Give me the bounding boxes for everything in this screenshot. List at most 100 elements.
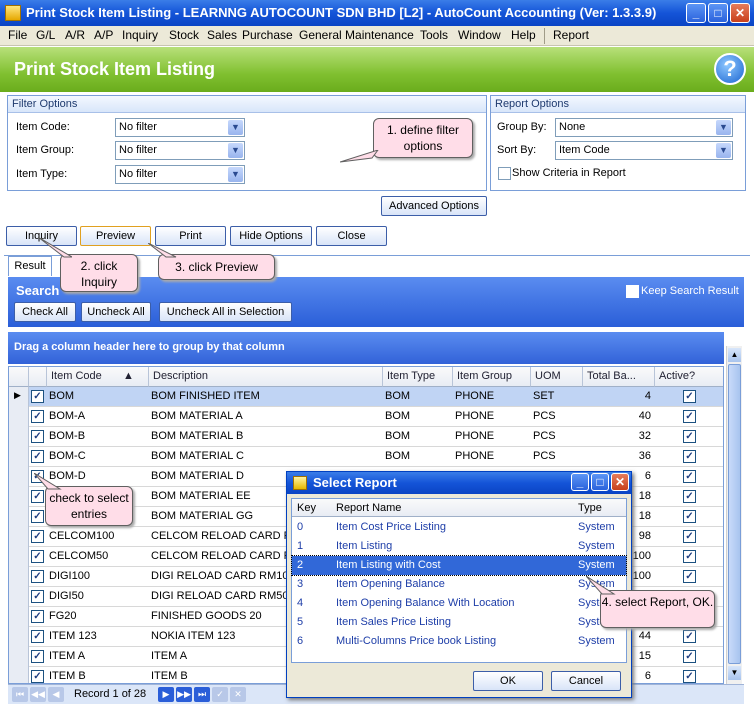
tab-result[interactable]: Result xyxy=(8,256,52,276)
menu-file[interactable]: File xyxy=(8,28,27,42)
menu-gl[interactable]: G/L xyxy=(36,28,55,42)
dialog-close-icon[interactable]: ✕ xyxy=(611,473,629,491)
accept-icon[interactable]: ✓ xyxy=(212,687,228,702)
prev-record-icon[interactable]: ◀ xyxy=(48,687,64,702)
menu-stock[interactable]: Stock xyxy=(169,28,199,42)
row-indicator[interactable] xyxy=(9,647,29,667)
scroll-down-icon[interactable]: ▼ xyxy=(728,666,741,680)
active-checkbox[interactable]: ✓ xyxy=(683,630,696,643)
row-indicator[interactable] xyxy=(9,507,29,527)
column-item-type[interactable]: Item Type xyxy=(383,367,453,387)
table-row[interactable]: ✓ BOM-B BOM MATERIAL B BOM PHONE PCS 32 ✓ xyxy=(9,427,723,447)
next-page-icon[interactable]: ▶▶ xyxy=(176,687,192,702)
group-by-combo[interactable]: None ▼ xyxy=(555,118,733,137)
close-icon[interactable]: ✕ xyxy=(730,3,750,23)
group-by-area[interactable]: Drag a column header here to group by th… xyxy=(8,332,724,364)
advanced-options-button[interactable]: Advanced Options xyxy=(381,196,487,216)
active-checkbox[interactable]: ✓ xyxy=(683,670,696,683)
active-checkbox[interactable]: ✓ xyxy=(683,570,696,583)
hide-options-button[interactable]: Hide Options xyxy=(230,226,312,246)
chevron-down-icon[interactable]: ▼ xyxy=(716,143,731,158)
select-checkbox[interactable]: ✓ xyxy=(31,410,44,423)
prev-page-icon[interactable]: ◀◀ xyxy=(30,687,46,702)
report-list-item[interactable]: 4 Item Opening Balance With Location Syste… xyxy=(292,594,626,613)
uncheck-all-selection-button[interactable]: Uncheck All in Selection xyxy=(159,302,292,322)
select-checkbox[interactable]: ✓ xyxy=(31,390,44,403)
dialog-maximize-icon[interactable]: □ xyxy=(591,473,609,491)
menu-purchase[interactable]: Purchase xyxy=(242,28,293,42)
active-checkbox[interactable]: ✓ xyxy=(683,410,696,423)
select-checkbox[interactable]: ✓ xyxy=(31,430,44,443)
close-button[interactable]: Close xyxy=(316,226,387,246)
column-item-code[interactable]: Item Code ▲ xyxy=(47,367,149,387)
active-checkbox[interactable]: ✓ xyxy=(683,430,696,443)
select-checkbox[interactable]: ✓ xyxy=(31,530,44,543)
row-indicator[interactable] xyxy=(9,527,29,547)
maximize-icon[interactable]: □ xyxy=(708,3,728,23)
next-record-icon[interactable]: ▶ xyxy=(158,687,174,702)
select-checkbox[interactable]: ✓ xyxy=(31,670,44,683)
active-checkbox[interactable]: ✓ xyxy=(683,450,696,463)
select-checkbox[interactable]: ✓ xyxy=(31,450,44,463)
menu-general-maintenance[interactable]: General Maintenance xyxy=(299,28,414,42)
row-indicator[interactable] xyxy=(9,427,29,447)
check-all-button[interactable]: Check All xyxy=(14,302,76,322)
help-icon[interactable]: ? xyxy=(714,53,746,85)
row-indicator[interactable] xyxy=(9,667,29,683)
active-checkbox[interactable]: ✓ xyxy=(683,650,696,663)
active-checkbox[interactable]: ✓ xyxy=(683,550,696,563)
last-record-icon[interactable]: ⏭ xyxy=(194,687,210,702)
table-row[interactable]: ▶ ✓ BOM BOM FINISHED ITEM BOM PHONE SET 4 ✓ xyxy=(9,387,723,407)
scroll-thumb[interactable] xyxy=(728,364,741,664)
row-indicator[interactable] xyxy=(9,587,29,607)
column-report-name[interactable]: Report Name xyxy=(336,502,401,514)
uncheck-all-button[interactable]: Uncheck All xyxy=(81,302,151,322)
report-list-item[interactable]: 0 Item Cost Price Listing System xyxy=(292,518,626,537)
select-checkbox[interactable]: ✓ xyxy=(31,490,44,503)
chevron-down-icon[interactable]: ▼ xyxy=(716,120,731,135)
column-active[interactable]: Active? xyxy=(655,367,723,387)
chevron-down-icon[interactable]: ▼ xyxy=(228,120,243,135)
item-group-combo[interactable]: No filter ▼ xyxy=(115,141,245,160)
table-row[interactable]: ✓ BOM-C BOM MATERIAL C BOM PHONE PCS 36 ✓ xyxy=(9,447,723,467)
row-indicator[interactable] xyxy=(9,407,29,427)
active-checkbox[interactable]: ✓ xyxy=(683,530,696,543)
row-indicator[interactable] xyxy=(9,607,29,627)
row-indicator[interactable] xyxy=(9,547,29,567)
select-checkbox[interactable]: ✓ xyxy=(31,590,44,603)
row-indicator[interactable] xyxy=(9,447,29,467)
row-indicator[interactable] xyxy=(9,467,29,487)
ok-button[interactable]: OK xyxy=(473,671,543,691)
column-description[interactable]: Description xyxy=(149,367,383,387)
dialog-minimize-icon[interactable]: _ xyxy=(571,473,589,491)
select-checkbox[interactable]: ✓ xyxy=(31,630,44,643)
select-checkbox[interactable]: ✓ xyxy=(31,570,44,583)
row-indicator[interactable] xyxy=(9,627,29,647)
scroll-up-icon[interactable]: ▲ xyxy=(728,348,741,362)
keep-search-checkbox[interactable] xyxy=(626,285,639,298)
sort-by-combo[interactable]: Item Code ▼ xyxy=(555,141,733,160)
column-key[interactable]: Key xyxy=(297,502,316,514)
active-checkbox[interactable]: ✓ xyxy=(683,490,696,503)
select-checkbox[interactable]: ✓ xyxy=(31,610,44,623)
active-checkbox[interactable]: ✓ xyxy=(683,470,696,483)
table-row[interactable]: ✓ BOM-A BOM MATERIAL A BOM PHONE PCS 40 ✓ xyxy=(9,407,723,427)
report-list-item[interactable]: 5 Item Sales Price Listing System xyxy=(292,613,626,632)
preview-button[interactable]: Preview xyxy=(80,226,151,246)
cancel-button[interactable]: Cancel xyxy=(551,671,621,691)
item-type-combo[interactable]: No filter ▼ xyxy=(115,165,245,184)
item-code-combo[interactable]: No filter ▼ xyxy=(115,118,245,137)
select-column-header[interactable] xyxy=(29,367,47,387)
column-type[interactable]: Type xyxy=(578,502,602,514)
row-indicator[interactable] xyxy=(9,567,29,587)
report-list-item[interactable]: 3Item Opening BalanceSystem xyxy=(292,575,626,594)
report-list-item[interactable]: 2 Item Listing with Cost System xyxy=(291,555,627,576)
row-indicator[interactable] xyxy=(9,487,29,507)
minimize-icon[interactable]: _ xyxy=(686,3,706,23)
active-checkbox[interactable]: ✓ xyxy=(683,390,696,403)
report-list-item[interactable]: 6 Multi-Columns Price book Listing System xyxy=(292,632,626,651)
row-indicator[interactable]: ▶ xyxy=(9,387,29,407)
menu-inquiry[interactable]: Inquiry xyxy=(122,28,158,42)
menu-report[interactable]: Report xyxy=(553,28,589,42)
chevron-down-icon[interactable]: ▼ xyxy=(228,167,243,182)
